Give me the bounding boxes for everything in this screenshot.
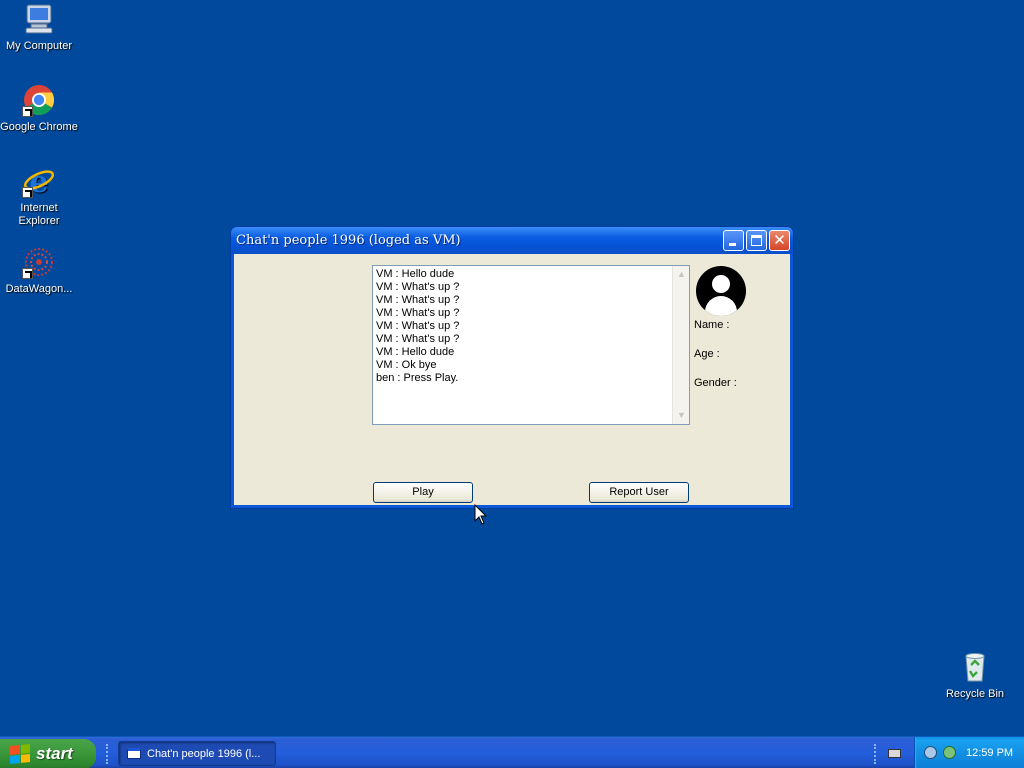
- taskbar-item-label: Chat'n people 1996 (l...: [147, 747, 261, 760]
- network-icon[interactable]: [943, 746, 956, 759]
- taskbar: start Chat'n people 1996 (l... 12:59 PM: [0, 736, 1024, 768]
- window-app-icon: [127, 748, 141, 759]
- chat-message: VM : What's up ?: [376, 320, 460, 332]
- taskbar-grip[interactable]: [874, 744, 877, 764]
- scroll-up-arrow-icon[interactable]: ▲: [674, 267, 689, 282]
- chat-message: VM : Hello dude: [376, 268, 455, 280]
- shortcut-arrow-icon: [22, 187, 33, 198]
- shortcut-arrow-icon: [22, 106, 33, 117]
- tray-app-icon[interactable]: [924, 746, 937, 759]
- gender-label: Gender :: [694, 377, 737, 389]
- shortcut-arrow-icon: [22, 268, 33, 279]
- age-label: Age :: [694, 348, 720, 360]
- name-label: Name :: [694, 319, 730, 331]
- taskbar-item-chat-window[interactable]: Chat'n people 1996 (l...: [118, 741, 276, 766]
- my-computer-icon: [22, 2, 56, 36]
- chat-message: ben : Press Play.: [376, 372, 459, 384]
- desktop-icon-internet-explorer[interactable]: e Internet Explorer: [0, 164, 78, 228]
- maximize-icon: [751, 235, 762, 246]
- desktop-icon-label: Internet Explorer: [18, 202, 60, 227]
- desktop-icon-recycle-bin[interactable]: Recycle Bin: [936, 650, 1014, 701]
- system-tray: 12:59 PM: [914, 737, 1024, 768]
- window-title: Chat'n people 1996 (loged as VM): [236, 233, 461, 248]
- mouse-cursor-icon: [474, 503, 488, 531]
- chat-lines: VM : Hello dude VM : What's up ? VM : Wh…: [376, 268, 459, 385]
- close-button[interactable]: ✕: [769, 230, 790, 251]
- play-button[interactable]: Play: [373, 482, 473, 503]
- desktop-icon-my-computer[interactable]: My Computer: [0, 2, 78, 53]
- report-user-button[interactable]: Report User: [589, 482, 689, 503]
- close-icon: ✕: [773, 231, 786, 249]
- chat-message: VM : What's up ?: [376, 281, 460, 293]
- desktop-icon-label: Recycle Bin: [945, 688, 1005, 700]
- desktop-icon-google-chrome[interactable]: Google Chrome: [0, 83, 78, 134]
- chat-message: VM : What's up ?: [376, 333, 460, 345]
- window-client-area: VM : Hello dude VM : What's up ? VM : Wh…: [234, 254, 790, 505]
- internet-explorer-icon: e: [22, 164, 56, 200]
- chat-window: Chat'n people 1996 (loged as VM) ✕ VM : …: [230, 226, 794, 509]
- desktop-icon-label: My Computer: [5, 40, 73, 52]
- windows-logo-icon: [10, 743, 30, 765]
- chat-scrollbar[interactable]: ▲ ▼: [672, 266, 689, 424]
- chat-message: VM : What's up ?: [376, 307, 460, 319]
- chat-message: VM : What's up ?: [376, 294, 460, 306]
- desktop-icon-label: Google Chrome: [0, 121, 78, 133]
- start-label: start: [36, 744, 73, 763]
- chat-message: VM : Ok bye: [376, 359, 437, 371]
- keyboard-icon[interactable]: [888, 749, 901, 758]
- clock[interactable]: 12:59 PM: [966, 747, 1013, 759]
- desktop-icon-datawagon[interactable]: DataWagon...: [0, 245, 78, 296]
- chat-log[interactable]: VM : Hello dude VM : What's up ? VM : Wh…: [372, 265, 690, 425]
- chrome-icon: [22, 83, 56, 117]
- minimize-icon: [729, 243, 736, 246]
- start-button[interactable]: start: [0, 739, 96, 768]
- chat-message: VM : Hello dude: [376, 346, 455, 358]
- minimize-button[interactable]: [723, 230, 744, 251]
- desktop-icon-label: DataWagon...: [5, 283, 73, 295]
- taskbar-grip[interactable]: [106, 744, 109, 764]
- user-avatar-icon: [696, 266, 746, 316]
- maximize-button[interactable]: [746, 230, 767, 251]
- recycle-bin-icon: [958, 650, 992, 684]
- datawagon-icon: [22, 245, 56, 279]
- window-titlebar[interactable]: Chat'n people 1996 (loged as VM) ✕: [231, 227, 793, 254]
- scroll-down-arrow-icon[interactable]: ▼: [674, 408, 689, 423]
